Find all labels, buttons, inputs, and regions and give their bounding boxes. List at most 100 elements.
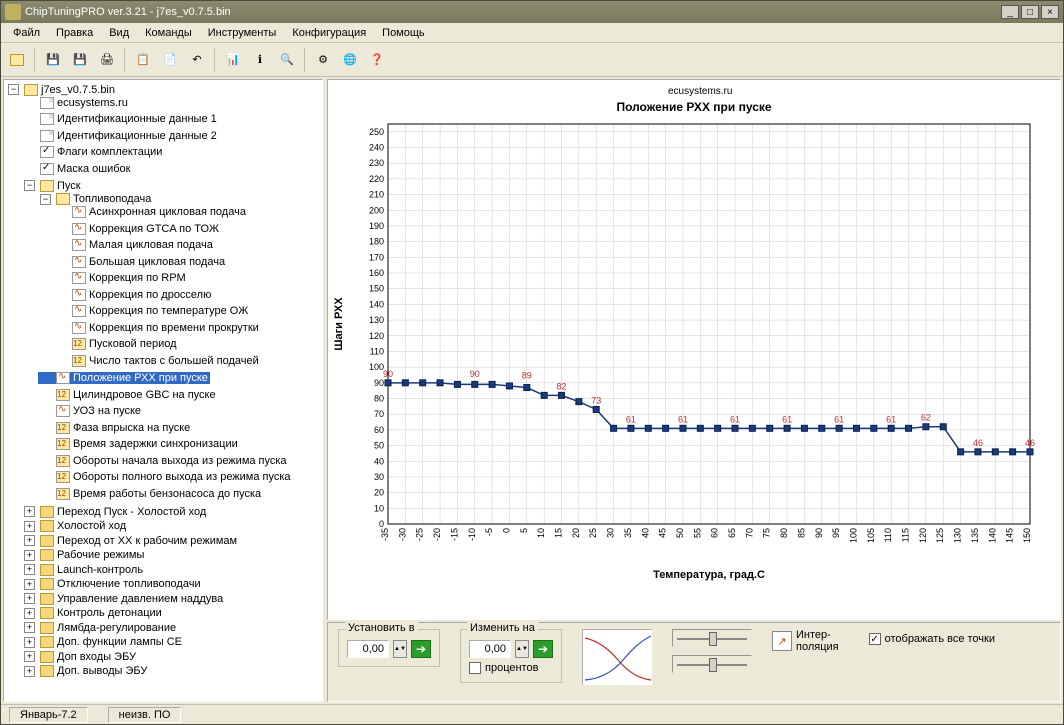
tree-item[interactable]: +Переход Пуск - Холостой ход (22, 506, 208, 518)
svg-text:130: 130 (369, 315, 384, 325)
close-button[interactable]: × (1041, 5, 1059, 19)
percent-checkbox[interactable] (469, 662, 481, 674)
tree-panel[interactable]: −j7es_v0.7.5.binecusystems.ru Идентификац… (3, 79, 323, 702)
tree-item[interactable]: +Холостой ход (22, 520, 128, 532)
tree-label: Обороты начала выхода из режима пуска (73, 455, 287, 467)
set-input[interactable] (347, 640, 389, 658)
tree-item[interactable]: Фаза впрыска на пуске (38, 422, 192, 434)
menu-config[interactable]: Конфигурация (284, 25, 374, 41)
change-apply-button[interactable]: ➔ (533, 640, 553, 658)
tree-item[interactable]: + Отключение топливоподачи (22, 578, 203, 590)
tree-item[interactable]: +Launch-контроль (22, 564, 145, 576)
tree-item[interactable]: −Топливоподача (38, 193, 153, 205)
expand-icon[interactable]: + (24, 666, 35, 677)
tree-item[interactable]: +Лямбда-регулирование (22, 622, 178, 634)
change-spinner[interactable]: ▲▼ (515, 640, 529, 658)
expand-icon[interactable]: + (24, 622, 35, 633)
svg-text:-30: -30 (397, 528, 407, 541)
slider-top[interactable] (672, 629, 752, 647)
save-button[interactable]: 💾 (41, 48, 65, 72)
showall-checkbox[interactable]: ✓ (869, 633, 881, 645)
tree-item[interactable]: Маска ошибок (22, 163, 132, 175)
tree-item[interactable]: Малая цикловая подача (54, 239, 215, 251)
tree-item[interactable]: Время работы бензонасоса до пуска (38, 488, 263, 500)
info-button[interactable]: ℹ (248, 48, 272, 72)
save-all-button[interactable]: 💾 (68, 48, 92, 72)
paste-button[interactable]: 📄 (158, 48, 182, 72)
showall-row[interactable]: ✓ отображать все точки (869, 633, 995, 645)
svg-text:61: 61 (782, 414, 792, 424)
tree-item[interactable]: Коррекция по RPM (54, 272, 188, 284)
tree-item[interactable]: Цилиндровое GBC на пуске (38, 389, 218, 401)
tree-item[interactable]: −Пуск (22, 180, 83, 192)
tree-item[interactable]: +Доп входы ЭБУ (22, 651, 138, 663)
set-spinner[interactable]: ▲▼ (393, 640, 407, 658)
menu-tools[interactable]: Инструменты (200, 25, 285, 41)
slider-bottom[interactable] (672, 655, 752, 673)
set-apply-button[interactable]: ➔ (411, 640, 431, 658)
tree-item[interactable]: Идентификационные данные 2 (22, 130, 219, 142)
tree-item[interactable]: УОЗ на пуске (38, 405, 143, 417)
tree-item[interactable]: +Управление давлением наддува (22, 593, 225, 605)
menu-file[interactable]: Файл (5, 25, 48, 41)
interp-button[interactable]: ↗ Интер- поляция (772, 629, 839, 653)
percent-row[interactable]: процентов (469, 662, 553, 674)
expand-icon[interactable]: + (24, 550, 35, 561)
copy-button[interactable]: 📋 (131, 48, 155, 72)
expand-icon[interactable]: + (24, 535, 35, 546)
expand-icon[interactable]: + (24, 593, 35, 604)
tree-item[interactable]: +Доп. выводы ЭБУ (22, 665, 149, 677)
tree-item[interactable]: Коррекция GTCA по ТОЖ (54, 223, 221, 235)
menu-help[interactable]: Помощь (374, 25, 433, 41)
expand-icon[interactable]: + (24, 579, 35, 590)
svg-text:46: 46 (973, 438, 983, 448)
menu-commands[interactable]: Команды (137, 25, 200, 41)
expand-icon[interactable]: + (24, 608, 35, 619)
tree-item[interactable]: +Контроль детонации (22, 607, 164, 619)
tree-item[interactable]: Пусковой период (54, 338, 179, 350)
tree-label: Коррекция по RPM (89, 272, 186, 284)
globe-button[interactable]: 🌐 (338, 48, 362, 72)
help-button[interactable]: ❓ (365, 48, 389, 72)
tree-item[interactable]: Время задержки синхронизации (38, 438, 240, 450)
tree-item[interactable]: +Доп. функции лампы CE (22, 636, 184, 648)
tree-item[interactable]: Асинхронная цикловая подача (54, 206, 248, 218)
tree-item[interactable]: ecusystems.ru (22, 97, 130, 109)
menu-edit[interactable]: Правка (48, 25, 101, 41)
tree-item[interactable]: Положение РХХ при пуске (38, 372, 210, 384)
expand-icon[interactable]: + (24, 506, 35, 517)
undo-button[interactable]: ↶ (185, 48, 209, 72)
tree-item[interactable]: Коррекция по дросселю (54, 289, 213, 301)
tree-item[interactable]: Число тактов с большей подачей (54, 355, 261, 367)
tree-item[interactable]: Большая цикловая подача (54, 256, 227, 268)
tree-item[interactable]: −j7es_v0.7.5.bin (6, 84, 117, 96)
tree-item[interactable]: Идентификационные данные 1 (22, 113, 219, 125)
svg-text:45: 45 (658, 528, 668, 538)
expand-icon[interactable]: + (24, 637, 35, 648)
tree-item[interactable]: Коррекция по времени прокрутки (54, 322, 261, 334)
expand-icon[interactable]: − (24, 180, 35, 191)
tree-item[interactable]: Коррекция по температуре ОЖ (54, 305, 250, 317)
tree-item[interactable]: Обороты начала выхода из режима пуска (38, 455, 289, 467)
tree-item[interactable]: Обороты полного выхода из режима пуска (38, 471, 293, 483)
minimize-button[interactable]: _ (1001, 5, 1019, 19)
maximize-button[interactable]: □ (1021, 5, 1039, 19)
tree-label: Коррекция по времени прокрутки (89, 322, 259, 334)
chart-svg[interactable]: 0102030405060708090100110120130140150160… (328, 114, 1040, 584)
tree-label: Отключение топливоподачи (57, 578, 201, 590)
open-button[interactable] (5, 48, 29, 72)
expand-icon[interactable]: + (24, 651, 35, 662)
tree-item[interactable]: Флаги комплектации (22, 146, 164, 158)
menu-view[interactable]: Вид (101, 25, 137, 41)
expand-icon[interactable]: + (24, 564, 35, 575)
change-input[interactable] (469, 640, 511, 658)
print-button[interactable]: 🖨 (95, 48, 119, 72)
search-button[interactable]: 🔍 (275, 48, 299, 72)
expand-icon[interactable]: + (24, 521, 35, 532)
tree-item[interactable]: +Рабочие режимы (22, 549, 146, 561)
chart-button[interactable]: 📊 (221, 48, 245, 72)
expand-icon[interactable]: − (8, 84, 19, 95)
tree-item[interactable]: +Переход от ХХ к рабочим режимам (22, 535, 239, 547)
expand-icon[interactable]: − (40, 194, 51, 205)
settings-button[interactable]: ⚙ (311, 48, 335, 72)
